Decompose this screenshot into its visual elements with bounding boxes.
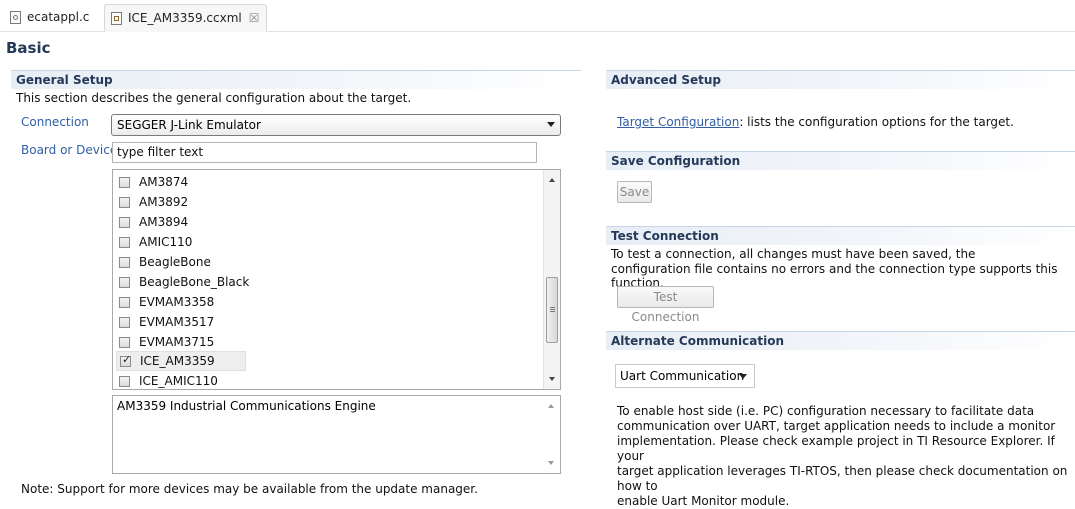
target-config-text: : lists the configuration options for th… [739,115,1014,129]
connection-label: Connection [21,115,89,129]
list-item[interactable]: AM3894 [119,212,188,232]
checkbox[interactable] [119,236,130,248]
save-button[interactable]: Save [617,181,652,203]
device-name: AM3874 [139,175,189,189]
list-item[interactable]: AMIC110 [119,232,192,252]
test-connection-header: Test Connection [606,226,1075,245]
tab-ice-am3359-ccxml[interactable]: ICE_AM3359.ccxml ☒ [104,4,267,32]
test-connection-text-1: To test a connection, all changes must h… [611,247,976,261]
list-item[interactable]: EVMAM3517 [119,312,214,332]
grip-line [550,309,555,310]
device-name: AMIC110 [139,235,193,249]
list-item[interactable]: BeagleBone_Black [119,272,249,292]
tab-label: ecatappl.c [27,10,90,24]
scroll-up-icon[interactable] [548,404,554,408]
device-name: BeagleBone [139,255,211,269]
c-file-icon [10,10,21,24]
checkbox[interactable] [119,296,130,308]
list-item-selected[interactable]: ICE_AM3359 [116,351,246,371]
tab-ecatappl-c[interactable]: ecatappl.c [4,4,95,30]
device-name: EVMAM3358 [139,295,215,309]
connection-select[interactable]: SEGGER J-Link Emulator [111,114,561,136]
uart-communication-select[interactable]: Uart Communication [615,364,755,388]
description-scrollbar[interactable] [543,396,560,473]
checkbox[interactable] [119,276,130,288]
checkbox[interactable] [119,375,130,387]
checkbox[interactable] [119,196,130,208]
target-config-row: Target Configuration: lists the configur… [617,115,1014,129]
list-item[interactable]: AM3874 [119,172,188,192]
connection-value: SEGGER J-Link Emulator [117,118,261,132]
list-item[interactable]: BeagleBone [119,252,211,272]
uart-description-line: implementation. Please check example pro… [617,434,1055,463]
page-title: Basic [6,39,51,57]
chevron-down-icon [739,374,747,379]
list-item[interactable]: ICE_AMIC110 [119,371,218,389]
list-item[interactable]: AM3892 [119,192,188,212]
chevron-down-icon [547,122,555,127]
device-list[interactable]: AM3874 AM3892 AM3894 AMIC110 BeagleBone … [112,169,561,390]
device-name: ICE_AMIC110 [139,374,218,388]
checkbox[interactable] [119,216,130,228]
uart-description: To enable host side (i.e. PC) configurat… [617,404,1075,509]
general-setup-description: This section describes the general confi… [16,91,412,105]
checkbox[interactable] [119,176,130,188]
save-configuration-header: Save Configuration [606,151,1075,170]
device-name: EVMAM3517 [139,315,215,329]
device-name: AM3894 [139,215,189,229]
device-name: EVMAM3715 [139,335,215,349]
board-device-label: Board or Device [21,143,118,157]
editor-tab-bar: ecatappl.c ICE_AM3359.ccxml ☒ [0,0,1075,32]
device-name: BeagleBone_Black [139,275,250,289]
list-item[interactable]: EVMAM3715 [119,332,214,352]
checkbox-checked[interactable] [120,353,131,367]
uart-description-line: enable Uart Monitor module. [617,494,790,508]
tab-label: ICE_AM3359.ccxml [128,11,242,25]
grip-line [550,307,555,308]
uart-description-line: target application leverages TI-RTOS, th… [617,464,1068,493]
uart-description-line: communication over UART, target applicat… [617,419,1056,433]
test-connection-button[interactable]: Test Connection [617,286,714,324]
device-description: AM3359 Industrial Communications Engine [117,399,376,413]
close-icon[interactable]: ☒ [249,11,260,25]
checkbox[interactable] [119,256,130,268]
alternate-communication-header: Alternate Communication [606,331,1075,350]
target-configuration-link[interactable]: Target Configuration [617,115,739,129]
device-name: ICE_AM3359 [140,354,215,368]
device-list-scrollbar[interactable] [543,170,560,389]
list-item[interactable]: EVMAM3358 [119,292,214,312]
scroll-up-icon[interactable] [549,178,555,182]
general-setup-header: General Setup [11,70,581,89]
uart-select-value: Uart Communication [620,369,745,383]
scroll-down-icon[interactable] [549,377,555,381]
scroll-thumb[interactable] [546,277,558,343]
scroll-down-icon[interactable] [548,461,554,465]
device-description-box: AM3359 Industrial Communications Engine [112,395,561,474]
uart-description-line: To enable host side (i.e. PC) configurat… [617,404,1035,418]
ccxml-file-icon [111,11,122,25]
checkbox[interactable] [119,336,130,348]
advanced-setup-header: Advanced Setup [606,70,1075,89]
checkbox[interactable] [119,316,130,328]
filter-input[interactable]: type filter text [112,142,537,163]
device-name: AM3892 [139,195,189,209]
grip-line [550,311,555,312]
